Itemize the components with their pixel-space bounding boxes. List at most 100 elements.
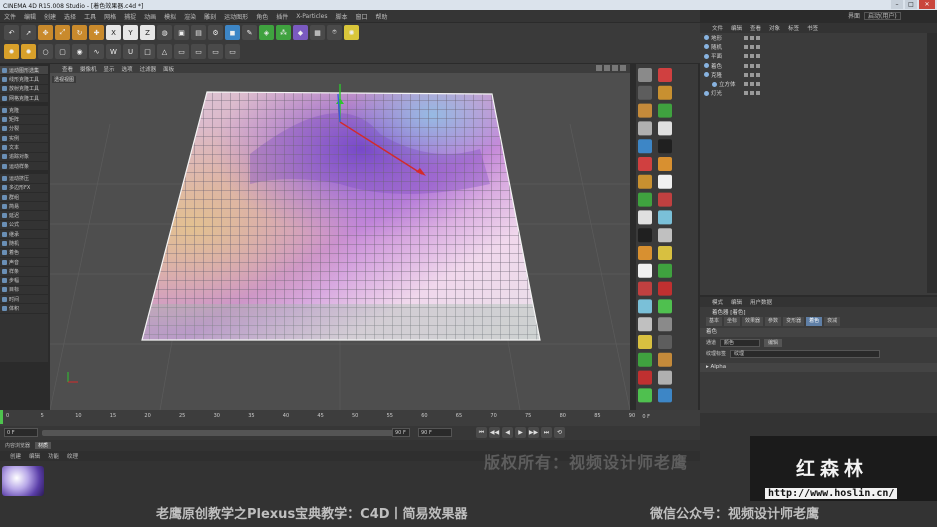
palette-tool-icon[interactable] [658, 192, 672, 207]
layout-dropdown[interactable]: 启动(用户) [864, 11, 901, 20]
palette-tool-icon[interactable] [658, 388, 672, 403]
visibility-dot-icon[interactable] [756, 44, 760, 49]
side-item[interactable]: 继承 [0, 230, 48, 240]
visibility-dot-icon[interactable] [744, 63, 748, 68]
gear-icon[interactable]: ✹ [4, 44, 19, 59]
menu-item[interactable]: 角色 [256, 12, 268, 21]
start-frame-field[interactable]: 0 F [4, 428, 38, 437]
attribute-menu-item[interactable]: 模式 [712, 298, 723, 306]
menu-item[interactable]: 选择 [64, 12, 76, 21]
scene-icon[interactable]: ▦ [310, 25, 325, 40]
visibility-dot-icon[interactable] [744, 91, 748, 96]
viewport-menu-item[interactable]: 选项 [122, 65, 133, 73]
move-icon[interactable]: ✥ [38, 25, 53, 40]
viewport-zoom-icon[interactable] [604, 65, 610, 71]
attribute-tab[interactable]: 参数 [765, 317, 782, 326]
undo-icon[interactable]: ↶ [4, 25, 19, 40]
side-item[interactable]: 运动图形选集 [0, 66, 48, 76]
side-item[interactable]: 着色 [0, 249, 48, 258]
playback-button[interactable]: ⏭ [541, 427, 552, 438]
render-active-icon[interactable]: ▤ [191, 25, 206, 40]
visibility-dot-icon[interactable] [744, 44, 748, 49]
cursor-icon[interactable]: ➚ [21, 25, 36, 40]
side-item[interactable]: 网格克隆工具 [0, 94, 48, 104]
cone-icon[interactable]: △ [157, 44, 172, 59]
object-visibility-flags[interactable] [744, 54, 760, 59]
palette-tool-icon[interactable] [658, 370, 672, 385]
visibility-dot-icon[interactable] [744, 54, 748, 59]
playback-button[interactable]: ▶ [515, 427, 526, 438]
side-item[interactable]: 群组 [0, 193, 48, 203]
menu-item[interactable]: 编辑 [24, 12, 36, 21]
side-item[interactable]: 步幅 [0, 277, 48, 286]
cube-sel-icon[interactable]: ▢ [55, 44, 70, 59]
visibility-dot-icon[interactable] [750, 82, 754, 87]
visibility-dot-icon[interactable] [756, 54, 760, 59]
menu-item[interactable]: 雕刻 [204, 12, 216, 21]
object-manager-menu-item[interactable]: 编辑 [731, 24, 742, 32]
palette-tool-icon[interactable] [658, 299, 672, 314]
palette-tool-icon[interactable] [658, 121, 672, 136]
palette-tool-icon[interactable] [638, 103, 652, 118]
palette-tool-icon[interactable] [658, 335, 672, 349]
menu-item[interactable]: 工具 [84, 12, 96, 21]
rotate-icon[interactable]: ↻ [72, 25, 87, 40]
palette-tool-icon[interactable] [658, 103, 672, 118]
texture-field[interactable]: 纹理 [730, 349, 881, 358]
visibility-dot-icon[interactable] [744, 72, 748, 77]
side-item[interactable]: 运动挤压 [0, 174, 48, 184]
palette-tool-icon[interactable] [658, 85, 672, 100]
menu-item[interactable]: 插件 [276, 12, 288, 21]
side-item[interactable]: 目标 [0, 286, 48, 296]
attribute-menu-item[interactable]: 编辑 [731, 298, 742, 306]
object-row[interactable]: 平面 [700, 52, 937, 61]
playback-button[interactable]: ◀◀ [489, 427, 500, 438]
attribute-tab[interactable]: 变形器 [783, 317, 805, 326]
end-frame-field[interactable]: 90 F [392, 428, 410, 437]
viewport-maximize-icon[interactable] [620, 65, 626, 71]
object-manager-menu-item[interactable]: 标签 [788, 24, 799, 32]
attribute-tab[interactable]: 衰减 [824, 317, 841, 326]
palette-tool-icon[interactable] [658, 352, 672, 367]
visibility-dot-icon[interactable] [750, 72, 754, 77]
palette-tool-icon[interactable] [638, 370, 652, 385]
side-item[interactable]: 运动样条 [0, 162, 48, 172]
camera-icon[interactable]: ⌾ [327, 25, 342, 40]
close-icon[interactable]: ✕ [919, 0, 935, 9]
viewport-menu-item[interactable]: 过滤器 [140, 65, 157, 73]
material-swatch[interactable] [2, 466, 44, 496]
view3-icon[interactable]: ▭ [208, 44, 223, 59]
side-item[interactable]: 放射克隆工具 [0, 85, 48, 94]
palette-tool-icon[interactable] [658, 157, 672, 171]
z-icon[interactable]: Z [140, 25, 155, 40]
visibility-dot-icon[interactable] [750, 63, 754, 68]
object-visibility-flags[interactable] [744, 82, 760, 87]
object-manager-menu-item[interactable]: 文件 [712, 24, 723, 32]
palette-tool-icon[interactable] [638, 139, 652, 154]
menu-item[interactable]: X-Particles [296, 13, 327, 20]
palette-tool-icon[interactable] [638, 246, 652, 260]
object-manager-menu-item[interactable]: 对象 [769, 24, 780, 32]
attribute-tab[interactable]: 基本 [706, 317, 723, 326]
view1-icon[interactable]: ▭ [174, 44, 189, 59]
w-icon[interactable]: W [106, 44, 121, 59]
world-icon[interactable]: ◍ [157, 25, 172, 40]
frame-range-slider[interactable] [42, 430, 410, 436]
palette-tool-icon[interactable] [638, 174, 652, 189]
visibility-dot-icon[interactable] [756, 82, 760, 87]
sphere-sel-icon[interactable]: ◉ [72, 44, 87, 59]
visibility-dot-icon[interactable] [750, 35, 754, 40]
object-row[interactable]: 克隆 [700, 70, 937, 79]
visibility-dot-icon[interactable] [744, 35, 748, 40]
palette-tool-icon[interactable] [638, 157, 652, 171]
palette-tool-icon[interactable] [658, 210, 672, 225]
material-menu-item[interactable]: 纹理 [67, 452, 78, 460]
render-view-icon[interactable]: ▣ [174, 25, 189, 40]
attribute-tab[interactable]: 坐标 [724, 317, 741, 326]
palette-tool-icon[interactable] [638, 281, 652, 296]
add-icon[interactable]: ✚ [89, 25, 104, 40]
menu-item[interactable]: 网格 [104, 12, 116, 21]
playback-button[interactable]: ⏮ [476, 427, 487, 438]
viewport-menu-item[interactable]: 显示 [104, 65, 115, 73]
object-visibility-flags[interactable] [744, 91, 760, 96]
